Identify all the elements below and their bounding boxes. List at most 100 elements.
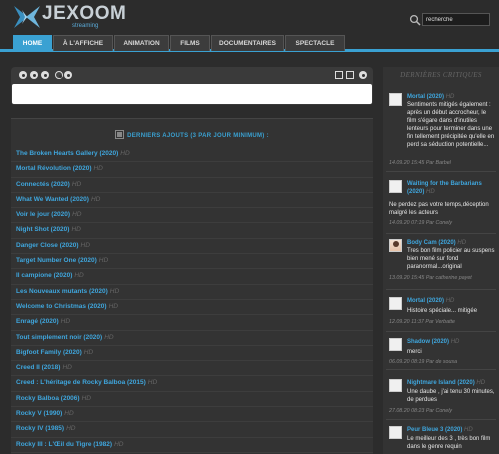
review-meta: 14.09.20 07:19 Par Conely: [389, 219, 497, 227]
movie-link[interactable]: Connectés (2020): [16, 181, 70, 188]
avatar: [389, 180, 402, 193]
tab-films[interactable]: FILMS: [170, 35, 210, 51]
logo-tagline: streaming: [72, 23, 99, 29]
page: JEXOOM streaming HOME À L'AFFICHE ANIMAT…: [0, 0, 499, 454]
quality-badge: HD: [71, 180, 82, 188]
quality-badge: HD: [72, 211, 82, 219]
list-item: Connectés (2020) HD: [11, 178, 373, 193]
close-icon[interactable]: [359, 71, 367, 79]
quality-badge: HD: [147, 379, 158, 387]
movie-link[interactable]: Mortal Révolution (2020): [16, 165, 91, 172]
film-icon: [115, 130, 125, 139]
movie-link[interactable]: Target Number One (2020): [16, 257, 97, 264]
review-text: Le meilleur des 3 , très bon film dans l…: [407, 435, 497, 451]
quality-badge: HD: [81, 394, 91, 402]
theme-light-icon[interactable]: [64, 71, 72, 79]
movie-link[interactable]: Les Nouveaux mutants (2020): [16, 288, 108, 295]
movie-link[interactable]: Welcome to Christmas (2020): [16, 303, 107, 310]
site-logo[interactable]: JEXOOM streaming: [14, 3, 126, 32]
review-text: Ne perdez pas votre temps,déception malg…: [389, 201, 497, 217]
movie-link[interactable]: Il campione (2020): [16, 272, 72, 279]
movie-link[interactable]: Rocky IV (1985): [16, 425, 64, 432]
review-meta-text: 14.09.20 07:19 Par Conely: [389, 220, 453, 226]
review-header: Nightmare Island (2020) HD: [407, 379, 497, 387]
divider: [386, 419, 496, 420]
list-item: Creed II (2018) HD: [11, 361, 373, 377]
tab-a-l-affiche[interactable]: À L'AFFICHE: [53, 35, 113, 51]
tab-spectacle[interactable]: SPECTACLE: [285, 35, 345, 51]
review-text: merci: [407, 348, 497, 356]
pause-icon[interactable]: [30, 71, 38, 79]
search-input[interactable]: [422, 13, 490, 26]
review-text-content: Le meilleur des 3 , très bon film dans l…: [407, 436, 491, 450]
divider: [386, 331, 496, 332]
list-item: Les Nouveaux mutants (2020) HD: [11, 285, 373, 300]
quality-badge: HD: [457, 240, 467, 246]
stop-icon[interactable]: [41, 71, 49, 79]
player-screen[interactable]: [12, 84, 372, 104]
review-meta: 13.09.20 15:45 Par catherine payet: [389, 274, 497, 282]
review-movie-link[interactable]: Mortal (2020): [407, 298, 444, 304]
window-icon[interactable]: [335, 71, 343, 79]
tab-home[interactable]: HOME: [13, 35, 52, 51]
avatar: [389, 338, 402, 351]
review-header: Mortal (2020) HD: [407, 93, 497, 101]
quality-badge: HD: [74, 272, 84, 280]
avatar: [389, 297, 402, 310]
divider: [386, 369, 496, 370]
review-header: Shadow (2020) HD: [407, 338, 497, 346]
list-item: Voir le jour (2020) HD: [11, 208, 373, 224]
movie-link[interactable]: Creed II (2018): [16, 364, 60, 371]
review-movie-link[interactable]: Nightmare Island (2020): [407, 380, 475, 386]
divider: [386, 233, 496, 234]
review-header: Body Cam (2020) HD: [407, 239, 497, 247]
theme-dark-icon[interactable]: [55, 71, 63, 79]
list-item: Il campione (2020) HD: [11, 269, 373, 285]
quality-badge: HD: [64, 410, 74, 418]
quality-badge: HD: [93, 165, 103, 173]
search-icon[interactable]: [409, 14, 421, 26]
movie-link[interactable]: Enragé (2020): [16, 318, 59, 325]
review-text: Sentiments mitigés également : après un …: [407, 101, 497, 149]
review-header: Mortal (2020) HD: [407, 297, 497, 305]
movie-link[interactable]: Danger Close (2020): [16, 242, 79, 249]
list-item: Enragé (2020) HD: [11, 315, 373, 331]
tab-animation[interactable]: ANIMATION: [114, 35, 169, 51]
movie-link[interactable]: What We Wanted (2020): [16, 196, 89, 203]
movie-link[interactable]: Night Shot (2020): [16, 226, 69, 233]
reviews-sidebar: DERNIÈRES CRITIQUES Mortal (2020) HD Sen…: [383, 67, 499, 454]
play-icon[interactable]: [19, 71, 27, 79]
review-text-content: Ne perdez pas votre temps,déception malg…: [389, 202, 489, 216]
review-movie-link[interactable]: Peur Bleue 3 (2020): [407, 427, 462, 433]
list-item: Welcome to Christmas (2020) HD: [11, 300, 373, 316]
movie-link[interactable]: Creed : L'héritage de Rocky Balboa (2015…: [16, 379, 146, 386]
review-movie-link[interactable]: Shadow (2020): [407, 339, 449, 345]
review-text: Une daube , j'ai tenu 30 minutes, de per…: [407, 388, 497, 404]
review-meta-text: 14.09.20 15:45 Par Barbel: [389, 160, 451, 166]
quality-badge: HD: [71, 226, 81, 234]
quality-badge: HD: [109, 287, 120, 295]
movie-link[interactable]: Rocky III : L'Œil du Tigre (1982): [16, 441, 112, 448]
review-text-content: Une daube , j'ai tenu 30 minutes, de per…: [407, 389, 495, 403]
movie-link[interactable]: Tout simplement noir (2020): [16, 334, 102, 341]
list-item: Rocky III : L'Œil du Tigre (1982) HD: [11, 438, 373, 453]
quality-badge: HD: [108, 302, 118, 310]
quality-badge: HD: [90, 195, 101, 203]
expand-icon[interactable]: [346, 71, 354, 79]
movie-link[interactable]: Voir le jour (2020): [16, 211, 70, 218]
movie-link[interactable]: Bigfoot Family (2020): [16, 349, 82, 356]
quality-badge: HD: [464, 427, 473, 433]
review-movie-link[interactable]: Waiting for the Barbarians (2020): [407, 181, 482, 195]
movie-link[interactable]: Rocky V (1990): [16, 410, 62, 417]
divider: [386, 171, 496, 172]
list-item: Night Shot (2020) HD: [11, 223, 373, 239]
review-movie-link[interactable]: Body Cam (2020): [407, 240, 456, 246]
review-text-content: Sentiments mitigés également : après un …: [407, 102, 495, 148]
movie-link[interactable]: The Broken Hearts Gallery (2020): [16, 150, 118, 157]
quality-badge: HD: [62, 364, 72, 372]
review-text-content: Tres bon film policier au suspens bien m…: [407, 248, 495, 270]
quality-badge: HD: [426, 189, 435, 195]
review-movie-link[interactable]: Mortal (2020): [407, 94, 444, 100]
tab-documentaires[interactable]: DOCUMENTAIRES: [211, 35, 284, 51]
movie-link[interactable]: Rocky Balboa (2006): [16, 395, 80, 402]
